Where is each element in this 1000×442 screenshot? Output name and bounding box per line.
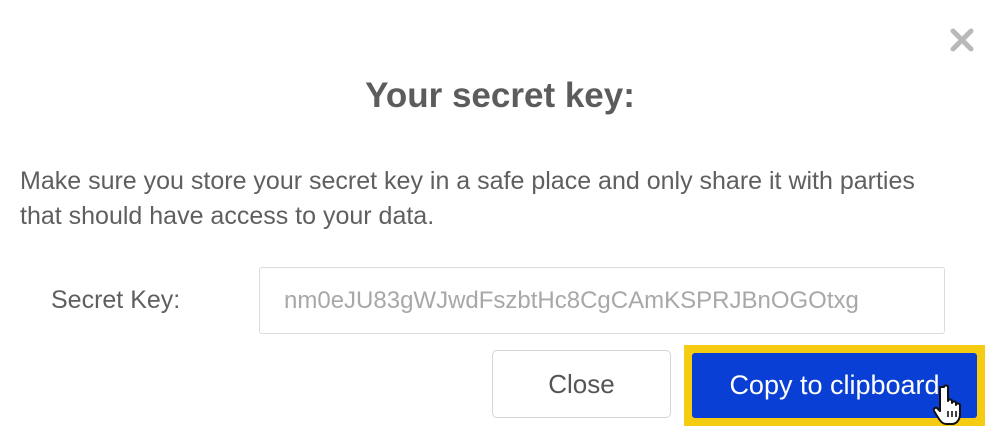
dialog-message: Make sure you store your secret key in a… (20, 167, 915, 230)
secret-key-field[interactable] (259, 267, 945, 334)
dialog-title: Your secret key: (365, 76, 635, 115)
close-x-icon[interactable] (948, 26, 976, 54)
secret-key-dialog: Your secret key: Make sure you store you… (0, 0, 1000, 442)
copy-button-highlight: Copy to clipboard (684, 345, 985, 426)
close-button[interactable]: Close (492, 350, 671, 418)
copy-to-clipboard-button[interactable]: Copy to clipboard (692, 353, 977, 418)
secret-key-label: Secret Key: (51, 286, 181, 314)
